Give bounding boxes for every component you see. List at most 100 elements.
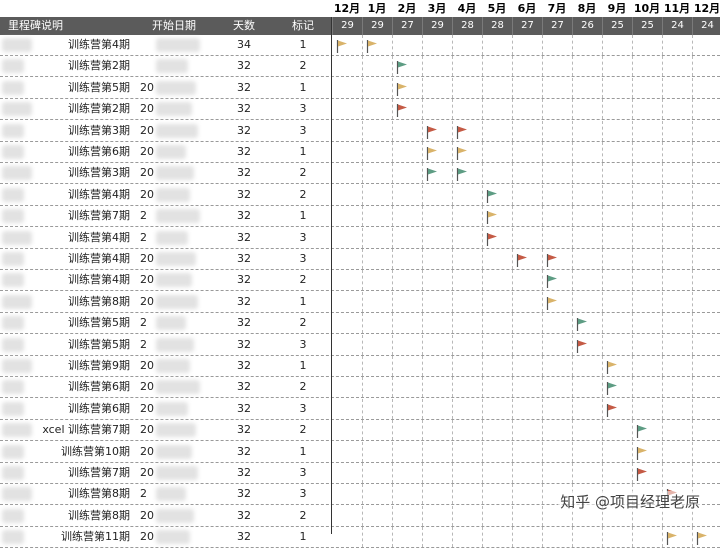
table-row[interactable]: 训练营第4期 20 32 3 — [0, 249, 720, 270]
mark-cell[interactable]: 3 — [274, 249, 332, 269]
table-row[interactable]: 训练营第5期 2 32 2 — [0, 313, 720, 335]
header-start-date[interactable]: 开始日期 — [134, 17, 214, 35]
days-cell[interactable]: 32 — [214, 78, 274, 98]
days-cell[interactable]: 32 — [214, 121, 274, 141]
days-cell[interactable]: 32 — [214, 56, 274, 76]
milestone-cell[interactable]: 训练营第4期 — [0, 228, 134, 248]
day-label[interactable]: 26 — [572, 17, 602, 35]
days-cell[interactable]: 32 — [214, 527, 274, 547]
milestone-cell[interactable]: 训练营第11期 — [0, 527, 134, 547]
milestone-cell[interactable]: 训练营第6期 — [0, 377, 134, 397]
mark-cell[interactable]: 1 — [274, 35, 332, 55]
header-milestone[interactable]: 里程碑说明 — [0, 17, 134, 35]
milestone-cell[interactable]: 训练营第10期 — [0, 442, 134, 462]
mark-cell[interactable]: 1 — [274, 292, 332, 312]
milestone-cell[interactable]: 训练营第3期 — [0, 121, 134, 141]
days-cell[interactable]: 32 — [214, 399, 274, 419]
mark-cell[interactable]: 3 — [274, 99, 332, 119]
table-row[interactable]: 训练营第11期 20 32 1 — [0, 527, 720, 549]
table-row[interactable]: 训练营第10期 20 32 1 — [0, 441, 720, 463]
table-row[interactable]: 训练营第6期 20 32 3 — [0, 398, 720, 420]
milestone-cell[interactable]: 训练营第4期 — [0, 270, 134, 290]
table-row[interactable]: 训练营第9期 20 32 1 — [0, 356, 720, 377]
mark-cell[interactable]: 3 — [274, 228, 332, 248]
mark-cell[interactable]: 3 — [274, 335, 332, 355]
table-row[interactable]: xcel 训练营第7期 20 32 2 — [0, 420, 720, 442]
days-cell[interactable]: 32 — [214, 99, 274, 119]
milestone-cell[interactable]: 训练营第5期 — [0, 78, 134, 98]
table-row[interactable]: 训练营第5期 2 32 3 — [0, 334, 720, 356]
table-row[interactable]: 训练营第4期 34 1 — [0, 35, 720, 56]
table-row[interactable]: 训练营第6期 20 32 2 — [0, 377, 720, 399]
milestone-cell[interactable]: 训练营第5期 — [0, 335, 134, 355]
days-cell[interactable]: 32 — [214, 463, 274, 483]
mark-cell[interactable]: 1 — [274, 142, 332, 162]
mark-cell[interactable]: 1 — [274, 527, 332, 547]
table-row[interactable]: 训练营第4期 20 32 2 — [0, 184, 720, 206]
days-cell[interactable]: 32 — [214, 270, 274, 290]
days-cell[interactable]: 34 — [214, 35, 274, 55]
table-row[interactable]: 训练营第3期 20 32 3 — [0, 120, 720, 142]
days-cell[interactable]: 32 — [214, 249, 274, 269]
mark-cell[interactable]: 2 — [274, 270, 332, 290]
days-cell[interactable]: 32 — [214, 506, 274, 526]
day-label[interactable]: 28 — [452, 17, 482, 35]
mark-cell[interactable]: 3 — [274, 484, 332, 504]
mark-cell[interactable]: 2 — [274, 185, 332, 205]
milestone-cell[interactable]: 训练营第7期 — [0, 206, 134, 226]
milestone-cell[interactable]: 训练营第2期 — [0, 56, 134, 76]
days-cell[interactable]: 32 — [214, 292, 274, 312]
milestone-cell[interactable]: 训练营第6期 — [0, 399, 134, 419]
table-row[interactable]: 训练营第5期 20 32 1 — [0, 77, 720, 99]
day-label[interactable]: 25 — [602, 17, 632, 35]
mark-cell[interactable]: 2 — [274, 377, 332, 397]
day-label[interactable]: 24 — [662, 17, 692, 35]
days-cell[interactable]: 32 — [214, 185, 274, 205]
mark-cell[interactable]: 2 — [274, 420, 332, 440]
table-row[interactable]: 训练营第2期 20 32 3 — [0, 99, 720, 121]
days-cell[interactable]: 32 — [214, 228, 274, 248]
days-cell[interactable]: 32 — [214, 313, 274, 333]
milestone-cell[interactable]: 训练营第8期 — [0, 506, 134, 526]
days-cell[interactable]: 32 — [214, 335, 274, 355]
days-cell[interactable]: 32 — [214, 442, 274, 462]
day-label[interactable]: 29 — [422, 17, 452, 35]
day-label[interactable]: 25 — [632, 17, 662, 35]
header-days[interactable]: 天数 — [214, 17, 274, 35]
day-label[interactable]: 28 — [482, 17, 512, 35]
table-row[interactable]: 训练营第4期 20 32 2 — [0, 270, 720, 292]
mark-cell[interactable]: 2 — [274, 56, 332, 76]
table-row[interactable]: 训练营第2期 32 2 — [0, 56, 720, 78]
days-cell[interactable]: 32 — [214, 163, 274, 183]
milestone-cell[interactable]: 训练营第4期 — [0, 249, 134, 269]
mark-cell[interactable]: 2 — [274, 163, 332, 183]
table-row[interactable]: 训练营第8期 20 32 1 — [0, 291, 720, 313]
milestone-cell[interactable]: 训练营第6期 — [0, 142, 134, 162]
day-label[interactable]: 24 — [692, 17, 720, 35]
day-label[interactable]: 27 — [512, 17, 542, 35]
table-row[interactable]: 训练营第4期 2 32 3 — [0, 227, 720, 249]
mark-cell[interactable]: 3 — [274, 399, 332, 419]
milestone-cell[interactable]: 训练营第9期 — [0, 356, 134, 376]
milestone-cell[interactable]: 训练营第7期 — [0, 463, 134, 483]
milestone-cell[interactable]: 训练营第8期 — [0, 484, 134, 504]
mark-cell[interactable]: 2 — [274, 313, 332, 333]
days-cell[interactable]: 32 — [214, 142, 274, 162]
mark-cell[interactable]: 1 — [274, 206, 332, 226]
days-cell[interactable]: 32 — [214, 420, 274, 440]
mark-cell[interactable]: 2 — [274, 506, 332, 526]
days-cell[interactable]: 32 — [214, 377, 274, 397]
day-label[interactable]: 27 — [542, 17, 572, 35]
day-label[interactable]: 27 — [392, 17, 422, 35]
milestone-cell[interactable]: 训练营第4期 — [0, 35, 134, 55]
days-cell[interactable]: 32 — [214, 356, 274, 376]
table-row[interactable]: 训练营第3期 20 32 2 — [0, 163, 720, 185]
days-cell[interactable]: 32 — [214, 484, 274, 504]
mark-cell[interactable]: 3 — [274, 463, 332, 483]
milestone-cell[interactable]: 训练营第3期 — [0, 163, 134, 183]
milestone-cell[interactable]: 训练营第8期 — [0, 292, 134, 312]
mark-cell[interactable]: 3 — [274, 121, 332, 141]
milestone-cell[interactable]: 训练营第5期 — [0, 313, 134, 333]
header-mark[interactable]: 标记 — [274, 17, 332, 35]
days-cell[interactable]: 32 — [214, 206, 274, 226]
